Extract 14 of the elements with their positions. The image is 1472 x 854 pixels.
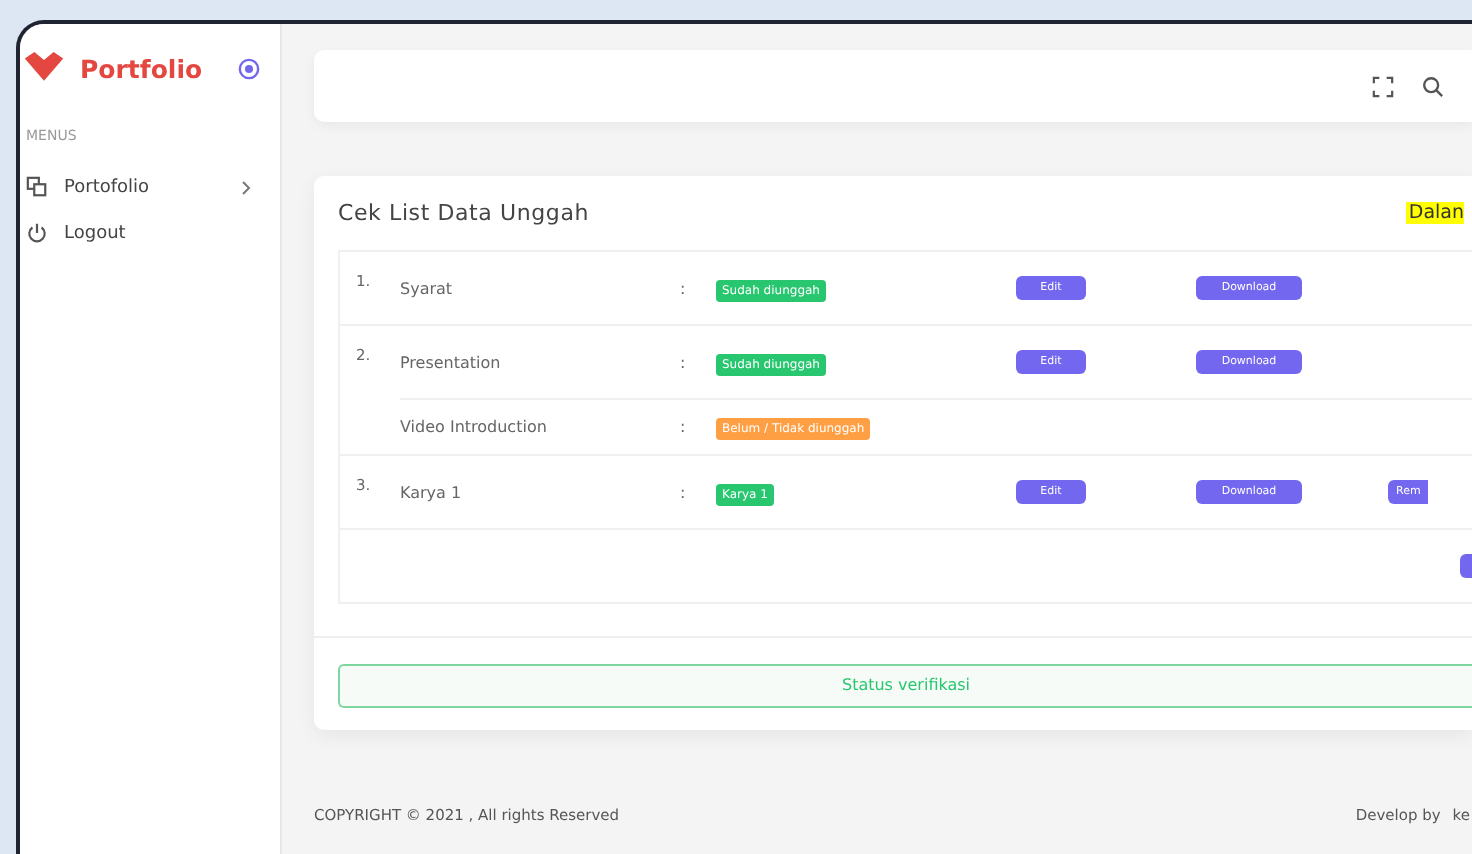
item-name: Video Introduction bbox=[400, 418, 549, 436]
item-name: Karya 1 bbox=[400, 483, 464, 501]
brand-name: Portfolio bbox=[80, 53, 203, 83]
highlighted-text: Dalan bbox=[1406, 202, 1464, 224]
card-title: Cek List Data Unggah bbox=[338, 200, 590, 226]
status-verification-button[interactable]: Status verifikasi bbox=[338, 663, 1472, 707]
item-name: Presentation bbox=[400, 353, 503, 371]
colon-separator: : bbox=[680, 418, 688, 436]
colon-separator: : bbox=[680, 279, 688, 297]
colon-separator: : bbox=[680, 483, 688, 501]
sidebar-item[interactable]: Portofolio bbox=[20, 164, 280, 210]
item-name: Syarat bbox=[400, 279, 455, 297]
colon-separator: : bbox=[680, 353, 688, 371]
sidebar-item[interactable]: Logout bbox=[20, 210, 280, 256]
